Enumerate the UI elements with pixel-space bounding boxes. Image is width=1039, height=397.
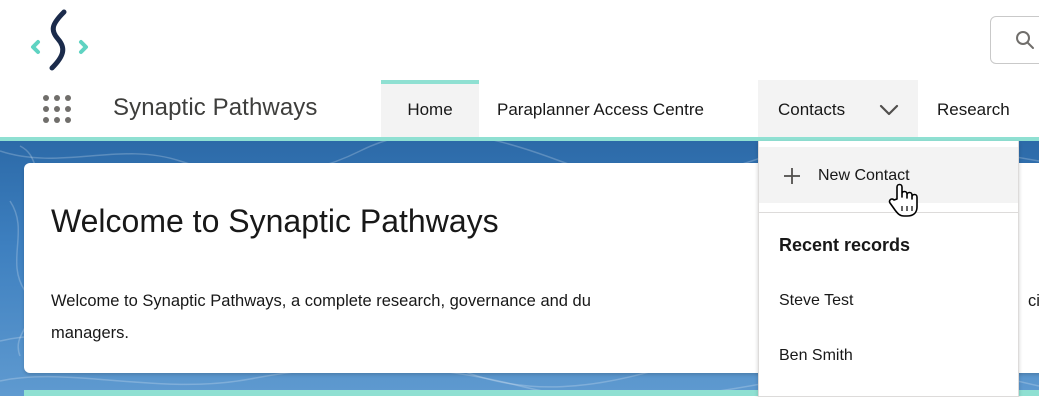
app-name: Synaptic Pathways [113,94,318,121]
recent-record-item[interactable]: Ben Smith [779,347,853,365]
chevron-down-icon[interactable] [878,102,900,118]
plus-icon [784,168,800,184]
tab-contacts[interactable]: Contacts [758,80,918,137]
search-icon[interactable] [1015,30,1035,50]
global-header [0,0,1039,80]
synaptic-logo[interactable] [30,6,90,72]
tab-home[interactable]: Home [381,80,479,137]
global-search-box[interactable] [990,16,1039,64]
tab-paraplanner-label: Paraplanner Access Centre [497,100,704,119]
recent-record-item[interactable]: Steve Test [779,292,853,310]
tab-paraplanner-access-centre[interactable]: Paraplanner Access Centre [497,80,704,137]
app-launcher-grid-icon[interactable] [43,95,73,125]
welcome-body-line1-right: cia [1028,292,1039,310]
hand-pointer-cursor-icon [888,183,918,217]
tab-home-label: Home [407,100,453,119]
welcome-body-line1: Welcome to Synaptic Pathways, a complete… [51,292,591,310]
recent-records-heading: Recent records [779,235,911,255]
tab-research[interactable]: Research [937,80,1010,137]
welcome-body-line2: managers. [51,324,129,342]
welcome-title: Welcome to Synaptic Pathways [51,203,499,239]
contacts-dropdown-menu: New Contact Recent records Steve Test Be… [758,141,1019,397]
tab-contacts-label: Contacts [778,100,846,119]
tab-research-label: Research [937,100,1010,119]
